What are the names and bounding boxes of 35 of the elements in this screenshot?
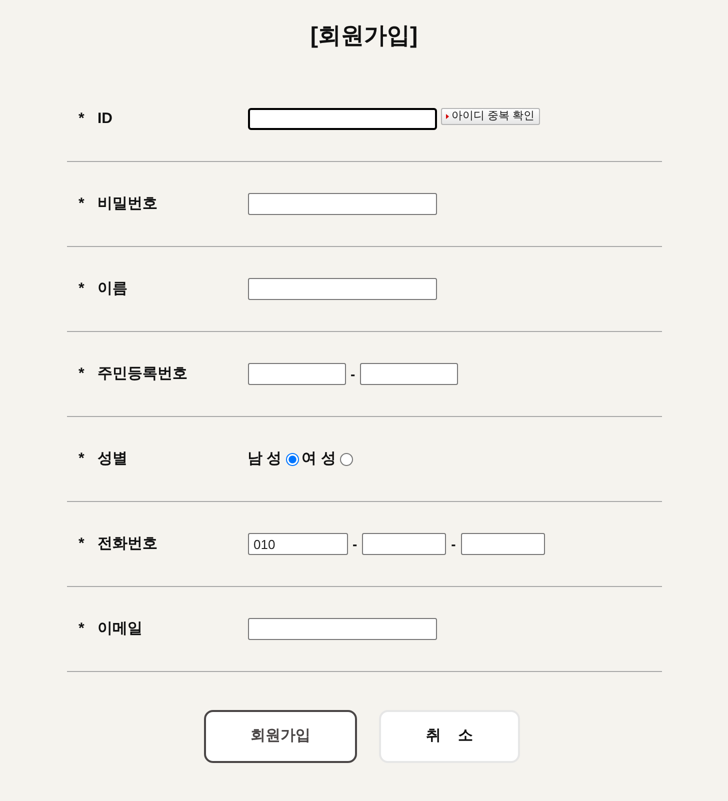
field-label: 주민등록번호 (98, 364, 188, 384)
field-label: 이름 (98, 278, 128, 299)
separator-text: - (350, 364, 356, 384)
required-mark: * (78, 534, 86, 554)
input-field[interactable] (460, 533, 545, 555)
field-label: 이메일 (98, 618, 142, 639)
input-field[interactable] (248, 363, 346, 385)
cancel-button[interactable]: 취 소 (379, 710, 520, 763)
input-field[interactable] (248, 278, 436, 300)
separator-text: - (450, 534, 457, 554)
required-mark: * (78, 194, 86, 214)
page-title: [회원가입] (310, 21, 418, 50)
required-mark: * (78, 108, 86, 129)
input-field[interactable] (360, 363, 458, 385)
field-label: 비밀번호 (98, 194, 158, 214)
required-mark: * (78, 618, 86, 639)
radio-button[interactable] (340, 452, 353, 466)
radio-button[interactable] (286, 452, 299, 466)
required-mark: * (78, 364, 86, 384)
field-label: 전화번호 (98, 534, 158, 554)
field-label: ID (98, 108, 112, 129)
input-field[interactable] (248, 193, 436, 215)
triangle-icon (446, 114, 448, 119)
radio-label: 남 성 (248, 448, 282, 469)
radio-label: 여 성 (302, 448, 336, 469)
required-mark: * (78, 448, 86, 469)
input-field[interactable] (362, 533, 446, 555)
required-mark: * (78, 278, 86, 299)
check-duplicate-button[interactable]: 아이디 중복 확인 (440, 108, 540, 125)
signup-button[interactable]: 회원가입 (204, 710, 357, 763)
separator-text: - (352, 534, 358, 554)
input-field[interactable] (248, 618, 436, 640)
field-label: 성별 (98, 448, 128, 469)
input-field[interactable]: 010 (248, 533, 348, 555)
input-field[interactable] (248, 108, 436, 130)
